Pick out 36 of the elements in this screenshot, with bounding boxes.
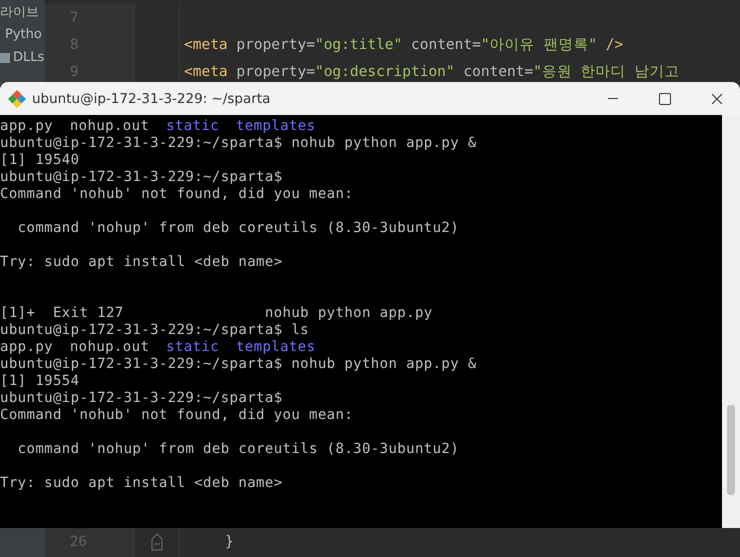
terminal-line: ubuntu@ip-172-31-3-229:~/sparta$ nohub python app.py &: [0, 356, 477, 373]
directory-name: templates: [236, 339, 316, 356]
fold-icon: [151, 533, 163, 551]
directory-name: static: [166, 339, 220, 356]
window-title: ubuntu@ip-172-31-3-229: ~/sparta: [32, 90, 272, 106]
terminal-line: Try: sudo apt install <deb name>: [0, 475, 283, 492]
terminal-line: ubuntu@ip-172-31-3-229:~/sparta$ ls: [0, 322, 310, 339]
tree-item[interactable]: Pytho: [0, 23, 45, 46]
maximize-icon: [659, 92, 671, 104]
terminal-line: [1]+ Exit 127 nohub python app.py: [0, 305, 433, 322]
app-logo-icon: [8, 90, 26, 108]
terminal-line: Try: sudo apt install <deb name>: [0, 254, 283, 271]
code-line: <meta property="og:description" content="응원 한마디 남기고: [183, 63, 680, 81]
terminal-line: Command 'nohub' not found, did you mean:: [0, 407, 354, 424]
directory-name: templates: [236, 118, 316, 135]
close-icon: [711, 92, 723, 104]
file-name: app.py: [0, 339, 53, 356]
file-name: nohup.out: [70, 339, 150, 356]
terminal-line: [1] 19540: [0, 152, 80, 169]
terminal-line: command 'nohup' from deb coreutils (8.30-3ubuntu2): [16, 441, 460, 458]
code-line: }: [224, 534, 234, 550]
terminal-line: ubuntu@ip-172-31-3-229:~/sparta$ nohub python app.py &: [0, 135, 477, 152]
terminal-line: ubuntu@ip-172-31-3-229:~/sparta$: [0, 169, 283, 186]
minimize-icon: [608, 98, 618, 99]
folder-icon: [0, 52, 10, 62]
terminal-line: ubuntu@ip-172-31-3-229:~/sparta$: [0, 390, 283, 407]
terminal-line: command 'nohup' from deb coreutils (8.30-3ubuntu2): [16, 220, 460, 237]
terminal-line: [1] 19554: [0, 373, 80, 390]
terminal-line: Command 'nohub' not found, did you mean:: [0, 186, 354, 203]
tree-item[interactable]: DLLs: [0, 46, 45, 69]
file-name: nohup.out: [70, 118, 150, 135]
tree-item[interactable]: 라이브: [0, 0, 45, 23]
code-line: <meta property="og:title" content="아이유 팬명록" />: [183, 36, 624, 54]
file-name: app.py: [0, 118, 53, 135]
scrollbar-thumb[interactable]: [727, 405, 735, 495]
directory-name: static: [166, 118, 220, 135]
